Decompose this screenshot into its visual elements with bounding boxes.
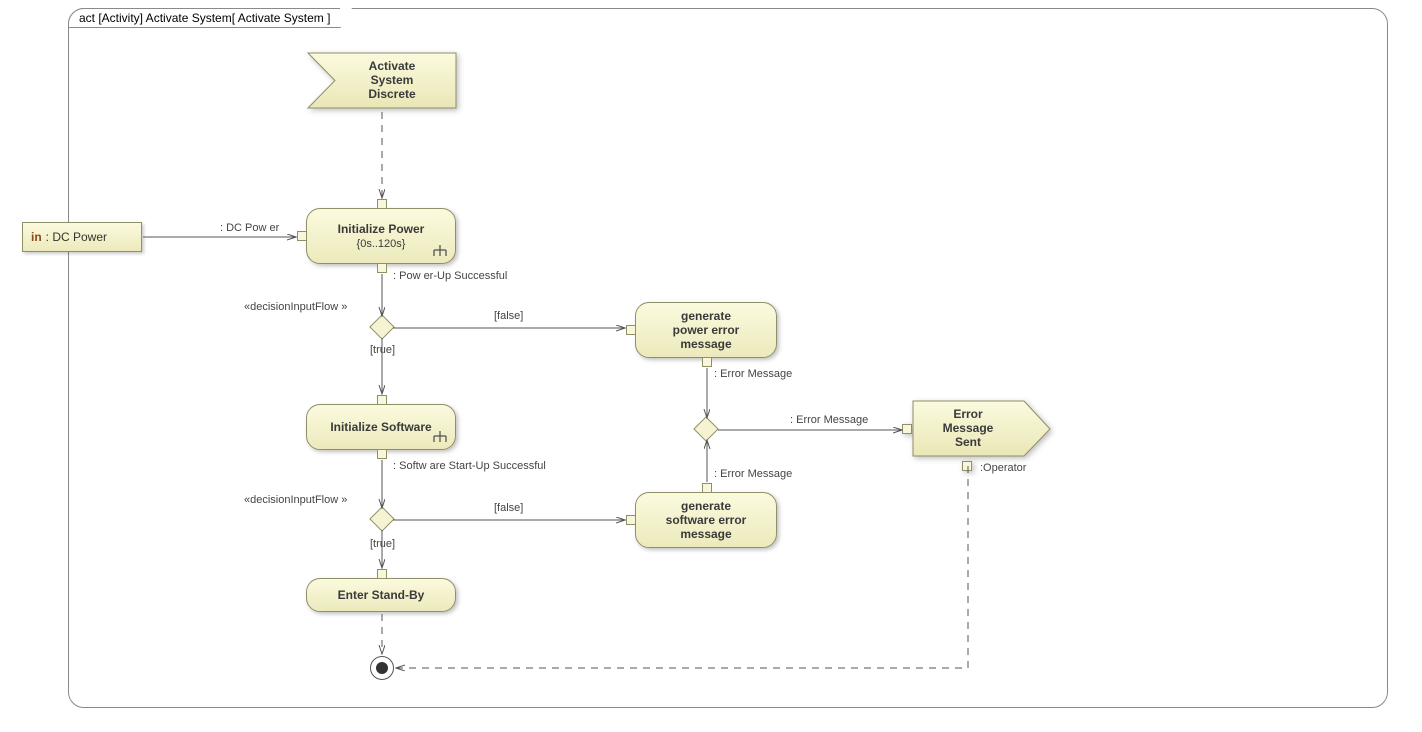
pin-init-sw-out [377, 449, 387, 459]
activity-diagram-frame [68, 8, 1388, 708]
edge-label-powerup-successful: : Pow er-Up Successful [393, 270, 507, 282]
activity-enter-standby: Enter Stand-By [306, 578, 456, 612]
initialize-power-constraint: {0s..120s} [357, 238, 406, 250]
param-keyword-in: in [31, 230, 42, 244]
accept-event-activate-system-discrete: Activate System Discrete [307, 52, 457, 117]
edge-label-error-msg-out: : Error Message [790, 414, 868, 426]
edge-label-operator: :Operator [980, 462, 1026, 474]
decision-node-1 [373, 318, 391, 336]
pin-init-power-out [377, 263, 387, 273]
gen-sw-err-l2: software error [666, 513, 747, 527]
gen-power-err-l2: power error [673, 323, 740, 337]
accept-event-line3: Discrete [368, 87, 416, 101]
gen-sw-err-l3: message [680, 527, 731, 541]
pin-gen-sw-err-out [702, 483, 712, 493]
pin-init-power-top [377, 199, 387, 209]
pin-send-signal-out [962, 461, 972, 471]
send-signal-l1: Error [953, 407, 983, 421]
gen-power-err-l3: message [680, 337, 731, 351]
pin-gen-sw-err-in [626, 515, 636, 525]
subactivity-rake-icon [433, 245, 447, 257]
pin-gen-power-err-in [626, 325, 636, 335]
decision-node-2 [373, 510, 391, 528]
subactivity-rake-icon [433, 431, 447, 443]
activity-initialize-power: Initialize Power {0s..120s} [306, 208, 456, 264]
gen-sw-err-l1: generate [681, 499, 731, 513]
activity-generate-software-error: generate software error message [635, 492, 777, 548]
initialize-software-title: Initialize Software [330, 420, 431, 434]
activity-final-node [370, 656, 394, 680]
stereotype-decision-input-flow-1: «decisionInputFlow » [244, 301, 347, 313]
send-signal-error-message-sent: Error Message Sent [912, 400, 1052, 463]
enter-standby-title: Enter Stand-By [338, 588, 425, 602]
accept-event-line1: Activate [369, 59, 416, 73]
diagram-header: act [Activity] Activate System[ Activate… [68, 8, 341, 28]
param-type-dc-power: : DC Power [46, 230, 107, 244]
activity-initialize-software: Initialize Software [306, 404, 456, 450]
guard-false-1: [false] [494, 310, 523, 322]
edge-label-error-msg-1: : Error Message [714, 368, 792, 380]
pin-standby-in [377, 569, 387, 579]
pin-gen-power-err-out [702, 357, 712, 367]
merge-node-errors [697, 420, 715, 438]
activity-generate-power-error: generate power error message [635, 302, 777, 358]
pin-send-signal-in [902, 424, 912, 434]
edge-label-error-msg-2: : Error Message [714, 468, 792, 480]
diagram-canvas: act [Activity] Activate System[ Activate… [0, 0, 1422, 732]
edge-label-dc-power: : DC Pow er [220, 222, 279, 234]
initialize-power-title: Initialize Power [338, 222, 425, 236]
send-signal-l2: Message [943, 421, 994, 435]
diagram-header-text: act [Activity] Activate System[ Activate… [79, 11, 330, 25]
pin-init-sw-top [377, 395, 387, 405]
edge-label-sw-startup-successful: : Softw are Start-Up Successful [393, 460, 546, 472]
activity-parameter-in-dc-power: in : DC Power [22, 222, 142, 252]
guard-false-2: [false] [494, 502, 523, 514]
guard-true-2: [true] [370, 538, 395, 550]
stereotype-decision-input-flow-2: «decisionInputFlow » [244, 494, 347, 506]
send-signal-l3: Sent [955, 435, 981, 449]
guard-true-1: [true] [370, 344, 395, 356]
accept-event-line2: System [371, 73, 414, 87]
pin-init-power-in [297, 231, 307, 241]
gen-power-err-l1: generate [681, 309, 731, 323]
